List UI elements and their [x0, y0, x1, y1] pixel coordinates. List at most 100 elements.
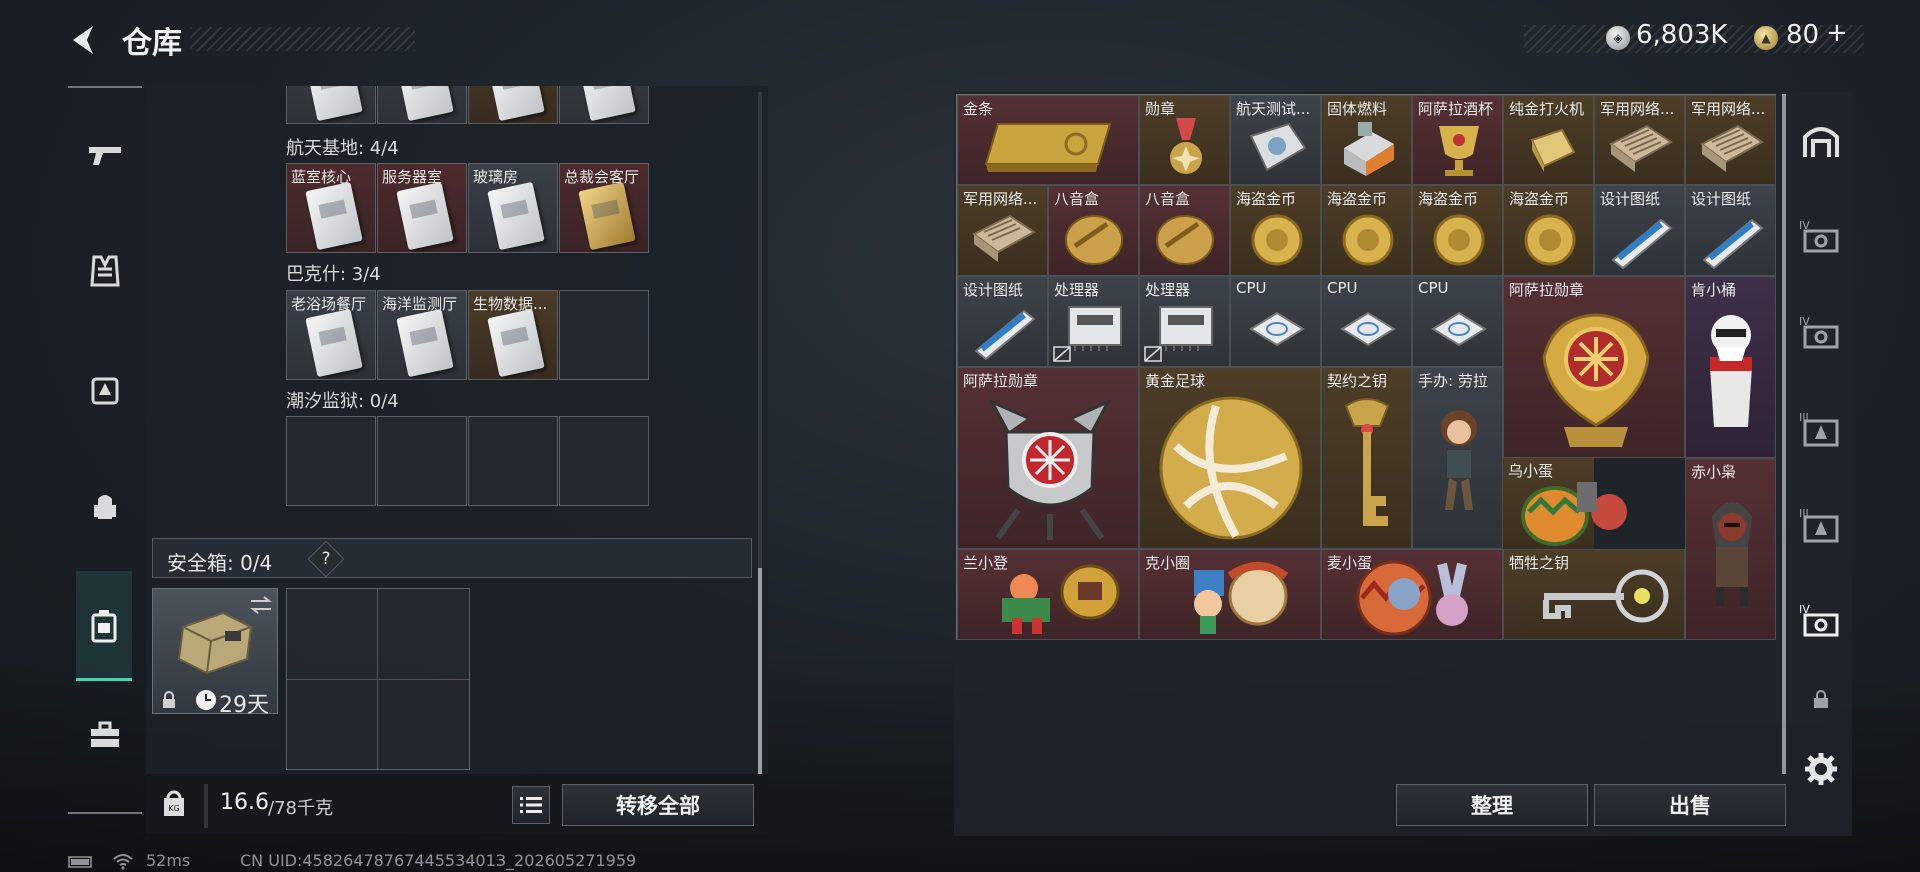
item-wu-egg[interactable]: 乌小蛋: [1503, 458, 1627, 549]
item-design-blueprint[interactable]: 设计图纸: [1594, 185, 1685, 276]
item-solid-fuel[interactable]: 固体燃料: [1321, 95, 1412, 185]
keycard-slot[interactable]: 老浴场餐厅: [286, 290, 376, 380]
keycard-slot[interactable]: [468, 86, 558, 124]
storage-iv-icon: IV: [1799, 219, 1839, 253]
item-processor[interactable]: 处理器: [1139, 276, 1230, 367]
item-figure-lara[interactable]: 手办: 劳拉: [1412, 367, 1503, 549]
item-gold-lighter[interactable]: 纯金打火机: [1503, 95, 1594, 185]
keycard-slot[interactable]: 海洋监测厅: [377, 290, 467, 380]
weight-current: 16.6: [220, 790, 269, 815]
keycard-slot[interactable]: 服务器室: [377, 163, 467, 253]
locked-tab[interactable]: [1798, 676, 1844, 722]
item-lan-deng[interactable]: 兰小登: [957, 549, 1139, 640]
item-cpu[interactable]: CPU: [1321, 276, 1412, 367]
keycard-slot[interactable]: [286, 86, 376, 124]
item-asara-medal[interactable]: 阿萨拉勋章: [1503, 276, 1685, 458]
item-asara-cup[interactable]: 阿萨拉酒杯: [1412, 95, 1503, 185]
item-pirate-coin[interactable]: 海盗金币: [1412, 185, 1503, 276]
item-design-blueprint[interactable]: 设计图纸: [957, 276, 1048, 367]
transfer-all-button[interactable]: 转移全部: [562, 784, 754, 826]
lock-icon: [1814, 690, 1828, 708]
item-aerospace-test[interactable]: 航天测试...: [1230, 95, 1321, 185]
add-currency-button[interactable]: +: [1826, 18, 1848, 48]
empty-slot[interactable]: [559, 416, 649, 506]
empty-slot[interactable]: [377, 416, 467, 506]
item-contract-key[interactable]: 契约之钥: [1321, 367, 1412, 549]
item-kfc-bucket[interactable]: 肯小桶: [1685, 276, 1776, 458]
safe-box-item[interactable]: 29天: [152, 588, 278, 718]
safe-category-tab[interactable]: [76, 571, 132, 681]
back-button[interactable]: [64, 20, 104, 60]
list-view-button[interactable]: [512, 786, 550, 824]
safe-box-header: 安全箱: 0/4 ?: [152, 538, 752, 578]
item-cpu[interactable]: CPU: [1412, 276, 1503, 367]
stash-grid: 金条 勋章 航天测试... 固体燃料 阿萨拉酒杯 纯金打火机 军用网络... 军…: [956, 94, 1776, 640]
item-music-box[interactable]: 八音盒: [1048, 185, 1139, 276]
item-sacrifice-key[interactable]: 牺牲之钥: [1503, 549, 1685, 640]
item-pirate-coin[interactable]: 海盗金币: [1230, 185, 1321, 276]
item-medal[interactable]: 勋章: [1139, 95, 1230, 185]
keycard-slot[interactable]: 蓝室核心: [286, 163, 376, 253]
item-gold-bar[interactable]: 金条: [957, 95, 1139, 185]
item-military-net[interactable]: 军用网络...: [1594, 95, 1685, 185]
empty-slot[interactable]: [559, 290, 649, 380]
stash-tab-iv[interactable]: IV: [1798, 310, 1844, 356]
keycard-slot[interactable]: 玻璃房: [468, 163, 558, 253]
help-button[interactable]: ?: [307, 540, 345, 578]
settings-button[interactable]: [1798, 746, 1844, 792]
stash-tab-iii[interactable]: III: [1798, 406, 1844, 452]
item-pirate-coin[interactable]: 海盗金币: [1321, 185, 1412, 276]
stash-main-tab[interactable]: [1798, 118, 1844, 164]
section-label: 航天基地: 4/4: [286, 138, 399, 159]
storage-iv-icon: IV: [1799, 315, 1839, 349]
warehouse-icon: [1803, 127, 1839, 157]
swap-icon[interactable]: [249, 595, 273, 615]
empty-slot[interactable]: [468, 416, 558, 506]
item-pirate-coin[interactable]: 海盗金币: [1503, 185, 1594, 276]
backpack-icon[interactable]: [84, 486, 126, 528]
stash-tab-iii[interactable]: III: [1798, 502, 1844, 548]
item-military-net[interactable]: 军用网络...: [1685, 95, 1776, 185]
weight-icon: KG: [164, 790, 184, 816]
item-golden-football[interactable]: 黄金足球: [1139, 367, 1321, 549]
storage-iv-icon: IV: [1799, 603, 1839, 637]
item-ke-quan[interactable]: 克小圈: [1139, 549, 1321, 640]
keycard-slot[interactable]: [559, 86, 649, 124]
toolbox-icon[interactable]: [84, 714, 126, 756]
keycard-slot[interactable]: [377, 86, 467, 124]
back-arrow-icon: [73, 26, 93, 54]
keycard-row-partial: [286, 86, 652, 126]
helmet-case-icon[interactable]: [84, 368, 126, 410]
safe-case-icon: [91, 610, 117, 643]
keycard-row-tidal-prison: [286, 416, 652, 508]
silver-coin-icon: ◈: [1606, 26, 1630, 50]
safe-timer: 29天: [219, 693, 269, 718]
item-processor[interactable]: 处理器: [1048, 276, 1139, 367]
ping-text: 52ms: [146, 851, 191, 870]
keycard-slot[interactable]: 总裁会客厅: [559, 163, 649, 253]
section-label: 潮汐监狱: 0/4: [286, 391, 399, 412]
page-title: 仓库: [122, 26, 182, 61]
item-cpu[interactable]: CPU: [1230, 276, 1321, 367]
category-rail: [68, 86, 142, 814]
tradelock-icon: [1053, 346, 1071, 362]
stash-tab-iv-active[interactable]: IV: [1798, 598, 1844, 644]
vest-icon[interactable]: [84, 250, 126, 292]
item-mai-egg[interactable]: 麦小蛋: [1321, 549, 1503, 640]
left-scrollbar-thumb[interactable]: [758, 568, 762, 774]
item-music-box[interactable]: 八音盒: [1139, 185, 1230, 276]
weapon-icon[interactable]: [84, 134, 126, 176]
right-scrollbar[interactable]: [1782, 94, 1786, 774]
empty-slot[interactable]: [286, 416, 376, 506]
item-chi-owl[interactable]: 赤小枭: [1685, 458, 1776, 640]
stash-tab-iv[interactable]: IV: [1798, 214, 1844, 260]
section-label: 巴克什: 3/4: [286, 264, 381, 285]
wifi-icon: [113, 854, 133, 870]
keycard-slot[interactable]: 生物数据...: [468, 290, 558, 380]
item-asara-medal[interactable]: 阿萨拉勋章: [957, 367, 1139, 549]
sell-button[interactable]: 出售: [1594, 784, 1786, 826]
safe-box-grid[interactable]: [286, 588, 470, 770]
sort-button[interactable]: 整理: [1396, 784, 1588, 826]
item-military-net[interactable]: 军用网络...: [957, 185, 1048, 276]
item-design-blueprint[interactable]: 设计图纸: [1685, 185, 1776, 276]
